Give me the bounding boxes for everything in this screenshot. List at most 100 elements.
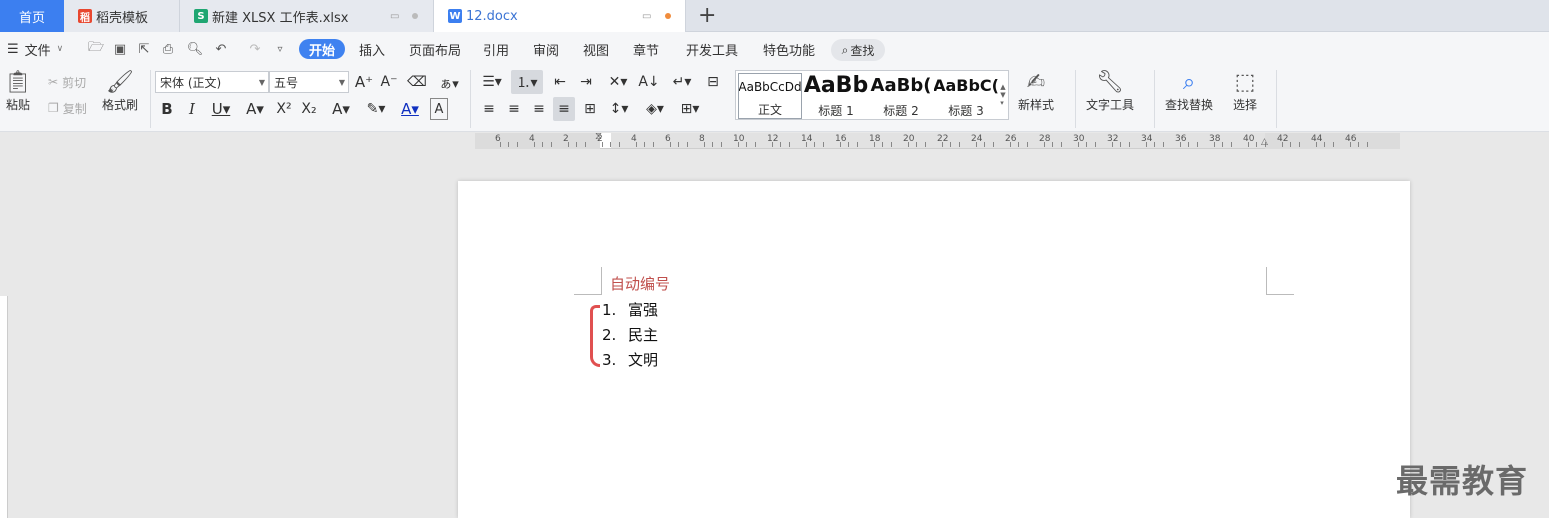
ruler-tick <box>644 142 645 147</box>
bold-icon[interactable]: B <box>158 98 176 120</box>
font-size-select[interactable]: 五号 ▼ <box>269 71 349 93</box>
list-item[interactable]: 1. 富强 <box>602 297 658 322</box>
show-marks-icon[interactable]: ↵▾ <box>668 72 696 92</box>
tab-stop-icon[interactable]: ⊟ <box>703 72 723 92</box>
export-icon[interactable]: ⇱ <box>135 40 153 58</box>
superscript-icon[interactable]: X² <box>274 98 294 120</box>
document-page[interactable]: 自动编号 1. 富强 2. 民主 3. 文明 <box>458 181 1410 518</box>
ruler-tick <box>550 142 552 147</box>
select-button[interactable]: ⬚ 选择 <box>1233 70 1257 113</box>
monitor-icon[interactable]: ▭ <box>390 11 399 22</box>
copy-button[interactable]: ❐ 复制 <box>48 98 87 118</box>
customize-dropdown-icon[interactable]: ▿ <box>271 40 289 58</box>
file-menu[interactable]: ☰ 文件 ∨ <box>7 32 63 66</box>
char-border-icon[interactable]: A <box>430 98 448 120</box>
highlight-icon[interactable]: ✎▾ <box>362 98 390 120</box>
strikethrough-icon[interactable]: A▾ <box>241 98 269 120</box>
tab-docx[interactable]: W 12.docx ▭ <box>434 0 686 32</box>
justify-icon[interactable]: ≡ <box>553 97 575 121</box>
increase-indent-icon[interactable]: ⇥ <box>576 72 596 92</box>
magnifier-icon: ⌕ <box>1182 70 1196 95</box>
italic-icon[interactable]: I <box>183 98 201 120</box>
align-right-icon[interactable]: ≡ <box>530 98 548 120</box>
cut-button[interactable]: ✂ 剪切 <box>48 72 86 92</box>
ruler-tick <box>712 142 713 147</box>
monitor-icon[interactable]: ▭ <box>642 11 651 22</box>
numbered-list[interactable]: 1. 富强 2. 民主 3. 文明 <box>602 297 658 372</box>
bullet-list-icon[interactable]: ☰▾ <box>480 72 504 92</box>
styles-scroll[interactable]: ▲ ▼ ▾ <box>998 71 1008 119</box>
numbered-list-icon[interactable]: ⒈▾ <box>511 70 543 94</box>
style-heading-2[interactable]: AaBb( 标题 2 <box>869 73 933 119</box>
save-icon[interactable]: ▣ <box>111 40 129 58</box>
font-color-icon[interactable]: A▾ <box>396 98 424 120</box>
ruler-tick <box>1026 142 1028 147</box>
divider <box>150 70 151 128</box>
search-button[interactable]: ⌕ 查找 <box>831 39 885 61</box>
style-heading-3[interactable]: AaBbC( 标题 3 <box>934 73 998 119</box>
tab-template[interactable]: 稻 稻壳模板 <box>64 0 180 32</box>
chinese-layout-icon[interactable]: ✕▾ <box>604 72 632 92</box>
font-name-select[interactable]: 宋体 (正文) ▼ <box>155 71 269 93</box>
grow-font-icon[interactable]: A⁺ <box>355 72 373 92</box>
shrink-font-icon[interactable]: A⁻ <box>380 72 398 92</box>
list-number: 1. <box>602 300 617 319</box>
ruler-tick <box>1145 142 1147 147</box>
ruler-number: 24 <box>971 134 983 144</box>
clear-format-icon[interactable]: ⌫ <box>407 72 427 92</box>
tab-view[interactable]: 视图 <box>583 32 609 66</box>
style-name: 正文 <box>757 103 782 117</box>
undo-icon[interactable]: ↶ <box>212 40 230 58</box>
tab-developer[interactable]: 开发工具 <box>686 32 738 66</box>
underline-icon[interactable]: U▾ <box>206 98 236 120</box>
align-left-icon[interactable]: ≡ <box>480 98 498 120</box>
tab-xlsx[interactable]: S 新建 XLSX 工作表.xlsx ▭ <box>180 0 434 32</box>
subscript-icon[interactable]: X₂ <box>299 98 319 120</box>
align-center-icon[interactable]: ≡ <box>505 98 523 120</box>
tab-references[interactable]: 引用 <box>483 32 509 66</box>
redo-icon[interactable]: ↷ <box>246 40 264 58</box>
borders-icon[interactable]: ⊞▾ <box>676 98 704 120</box>
format-painter-button[interactable]: 🖌︎ 格式刷 <box>102 70 138 113</box>
indent-marker-icon[interactable]: ⧖ <box>595 131 602 142</box>
print-preview-icon[interactable]: 🔍︎ <box>186 40 204 58</box>
shading-icon[interactable]: ◈▾ <box>641 98 669 120</box>
find-replace-button[interactable]: ⌕ 查找替换 <box>1165 70 1213 113</box>
text-effect-icon[interactable]: A▾ <box>327 98 355 120</box>
tab-special-features[interactable]: 特色功能 <box>763 32 815 66</box>
style-heading-1[interactable]: AaBb 标题 1 <box>804 73 868 119</box>
paste-button[interactable]: 📋︎ 粘贴 <box>4 70 32 113</box>
style-preview: AaBb <box>804 73 868 98</box>
open-icon[interactable]: 🗁 <box>87 40 105 58</box>
decrease-indent-icon[interactable]: ⇤ <box>550 72 570 92</box>
tab-insert[interactable]: 插入 <box>359 32 385 66</box>
print-icon[interactable]: ⎙ <box>159 40 177 58</box>
style-name: 标题 3 <box>948 104 984 118</box>
text-tools-button[interactable]: 🔧︎ 文字工具 <box>1086 70 1134 113</box>
line-spacing-icon[interactable]: ↕▾ <box>605 98 633 120</box>
document-heading[interactable]: 自动编号 <box>610 273 670 294</box>
ruler-tick <box>984 142 985 147</box>
ruler-tick <box>822 142 824 147</box>
tab-chapter[interactable]: 章节 <box>633 32 659 66</box>
ruler-tick <box>839 142 841 147</box>
style-normal[interactable]: AaBbCcDd 正文 <box>738 73 802 119</box>
list-item[interactable]: 3. 文明 <box>602 347 658 372</box>
distributed-icon[interactable]: ⊞ <box>580 98 600 120</box>
right-indent-marker-icon[interactable]: △ <box>1261 137 1268 147</box>
horizontal-ruler[interactable]: 6 4 2 2 4 6 8 10 12 14 16 18 20 22 24 26 28 30 32 34 36 38 40 4… <box>475 131 1400 149</box>
vertical-ruler[interactable] <box>0 296 8 518</box>
ruler-tick <box>1128 142 1130 147</box>
tab-page-layout[interactable]: 页面布局 <box>409 32 461 66</box>
list-item[interactable]: 2. 民主 <box>602 322 658 347</box>
sort-icon[interactable]: A↓ <box>638 72 659 92</box>
new-style-icon: ✍︎ <box>1026 70 1046 95</box>
format-painter-label: 格式刷 <box>102 98 139 112</box>
tab-home[interactable]: 首页 <box>0 0 64 32</box>
ruler-tick <box>669 142 671 147</box>
phonetic-guide-icon[interactable]: ぁ▾ <box>436 72 462 92</box>
new-style-button[interactable]: ✍︎ 新样式 <box>1018 70 1054 113</box>
tab-review[interactable]: 审阅 <box>533 32 559 66</box>
new-tab-plus-icon[interactable]: + <box>698 3 716 28</box>
tab-start[interactable]: 开始 <box>299 39 346 59</box>
